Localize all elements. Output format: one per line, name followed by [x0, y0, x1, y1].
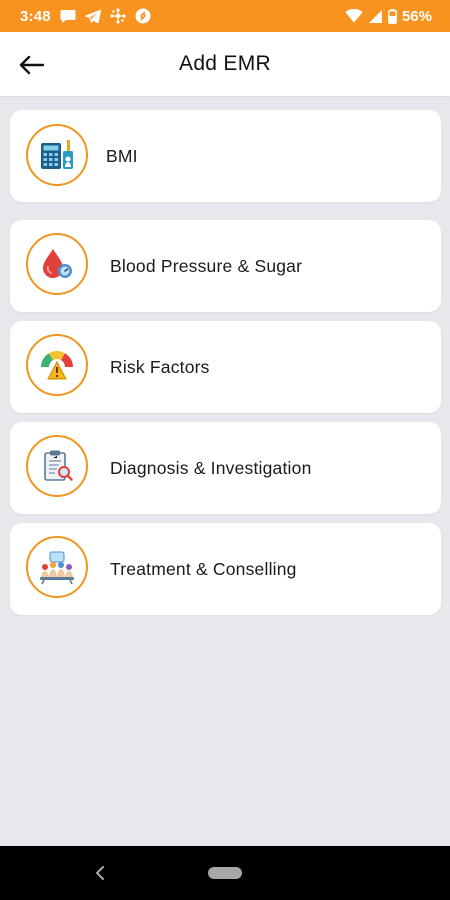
clipboard-search-icon	[44, 450, 73, 481]
nav-home-pill[interactable]	[208, 867, 242, 879]
status-time: 3:48	[20, 7, 51, 25]
wifi-icon	[345, 9, 363, 23]
signal-icon	[368, 9, 383, 24]
status-left: 3:48	[20, 8, 151, 25]
status-bar: 3:48 56%	[0, 0, 450, 32]
menu-item-risk-factors[interactable]: Risk Factors	[10, 321, 441, 413]
system-navigation-bar	[0, 846, 450, 900]
nav-back-button[interactable]	[92, 864, 108, 882]
risk-gauge-icon	[41, 351, 73, 380]
icon-ring	[26, 536, 88, 598]
menu-item-blood-pressure-sugar[interactable]: Blood Pressure & Sugar	[10, 220, 441, 312]
menu-item-label: Diagnosis & Investigation	[110, 457, 312, 478]
battery-icon	[388, 8, 397, 24]
menu-item-label: BMI	[106, 145, 138, 166]
arrow-left-icon	[19, 55, 44, 75]
emr-screen: 3:48 56% Add EMR BMI Blood Pressure & Su…	[0, 0, 450, 900]
icon-ring	[26, 124, 88, 186]
bmi-calculator-icon	[41, 140, 73, 169]
blood-drop-icon	[43, 249, 72, 278]
chevron-left-icon	[95, 866, 104, 880]
menu-item-label: Risk Factors	[110, 356, 210, 377]
icon-ring	[26, 435, 88, 497]
shazam-icon	[135, 8, 151, 24]
back-button[interactable]	[14, 48, 48, 82]
telegram-icon	[84, 9, 101, 23]
menu-item-treatment-conselling[interactable]: Treatment & Conselling	[10, 523, 441, 615]
menu-item-diagnosis-investigation[interactable]: Diagnosis & Investigation	[10, 422, 441, 514]
status-right: 56%	[345, 8, 432, 25]
menu-item-bmi[interactable]: BMI	[10, 110, 441, 202]
battery-percentage: 56%	[401, 7, 432, 25]
icon-ring	[26, 233, 88, 295]
icon-ring	[26, 334, 88, 396]
page-title: Add EMR	[179, 52, 271, 75]
chat-icon	[60, 9, 76, 24]
counselling-group-icon	[40, 551, 74, 585]
network-icon	[110, 8, 126, 24]
menu-item-label: Treatment & Conselling	[110, 558, 297, 579]
app-bar: Add EMR	[0, 32, 450, 96]
menu-item-label: Blood Pressure & Sugar	[110, 255, 303, 276]
